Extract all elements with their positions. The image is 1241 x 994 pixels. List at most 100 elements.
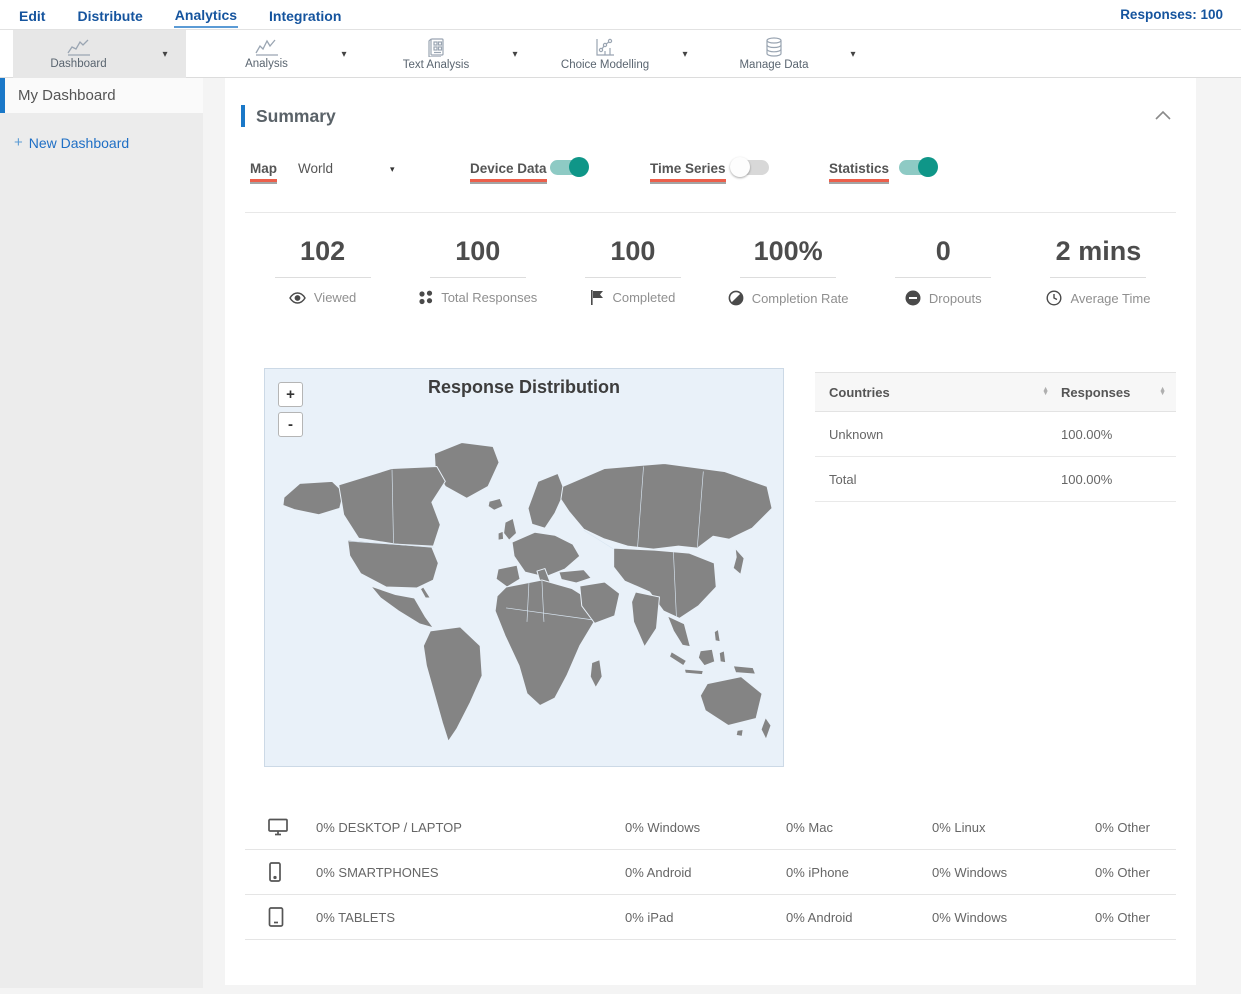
map-zoom-in-button[interactable]: + — [278, 382, 303, 407]
map-label: Map — [250, 161, 277, 182]
nav-distribute[interactable]: Distribute — [76, 3, 143, 27]
stat-average-time: 2 mins Average Time — [1021, 228, 1176, 318]
table-row: 0% SMARTPHONES 0% Android 0% iPhone 0% W… — [245, 850, 1176, 895]
device-cell: 0% iPad — [625, 909, 674, 925]
sort-icon[interactable]: ▲ ▼ — [1159, 386, 1166, 397]
stat-divider — [429, 277, 526, 278]
chevron-up-icon[interactable] — [1154, 110, 1172, 120]
dashboard-dropdown-caret[interactable]: ▾ — [144, 30, 186, 78]
choice-modelling-label: Choice Modelling — [560, 58, 650, 71]
line-chart-icon — [254, 38, 280, 56]
toolbar-text-analysis: Text Analysis ▾ — [378, 30, 536, 78]
countries-table-header: Countries ▲ ▼ Responses ▲ ▼ — [815, 372, 1176, 412]
choice-modelling-button[interactable]: Choice Modelling — [546, 30, 664, 78]
responses-header-label: Responses — [1061, 384, 1131, 400]
stat-label-text: Dropouts — [928, 290, 982, 306]
stat-total-responses: 100 Total Responses — [400, 228, 555, 318]
nav-edit[interactable]: Edit — [18, 3, 46, 27]
country-cell: Total — [829, 471, 857, 487]
database-icon — [763, 37, 785, 57]
responses-cell: 100.00% — [1061, 426, 1113, 442]
text-analysis-dropdown-caret[interactable]: ▾ — [494, 30, 536, 78]
stat-value: 2 mins — [1055, 236, 1142, 266]
device-data-label: Device Data — [470, 161, 547, 182]
minus-circle-icon — [905, 290, 921, 306]
toolbar-dashboard: Dashboard ▾ — [13, 30, 186, 78]
manage-data-button[interactable]: Manage Data — [716, 30, 832, 78]
toggle-knob — [569, 157, 589, 177]
map-select-caret-icon[interactable]: ▾ — [390, 164, 395, 175]
device-category: 0% SMARTPHONES — [316, 864, 439, 880]
line-chart-icon — [66, 38, 92, 56]
summary-controls: Map World ▾ Device Data Time Series Stat… — [225, 157, 1196, 186]
stat-label-text: Average Time — [1070, 290, 1151, 306]
stat-completed: 100 Completed — [555, 228, 710, 318]
manage-data-label: Manage Data — [739, 59, 809, 71]
toolbar-analysis: Analysis ▾ — [210, 30, 365, 78]
choice-modelling-dropdown-caret[interactable]: ▾ — [664, 30, 706, 78]
table-row: Total 100.00% — [815, 457, 1176, 502]
toolbar-choice-modelling: Choice Modelling ▾ — [546, 30, 706, 78]
statistics-label: Statistics — [829, 161, 890, 182]
responses-cell: 100.00% — [1061, 471, 1113, 487]
manage-data-dropdown-caret[interactable]: ▾ — [832, 30, 874, 78]
analysis-dropdown-caret[interactable]: ▾ — [323, 30, 365, 78]
stat-value: 100 — [455, 236, 501, 266]
stat-divider — [895, 277, 992, 278]
stat-divider — [740, 277, 837, 278]
plus-icon: + — [14, 134, 23, 151]
text-analysis-label: Text Analysis — [402, 58, 470, 71]
device-cell: 0% Mac — [786, 819, 833, 835]
section-divider — [245, 212, 1176, 213]
scatter-chart-icon — [594, 38, 616, 57]
responses-count: Responses: 100 — [1120, 7, 1223, 22]
smartphone-icon — [268, 862, 316, 882]
half-circle-icon — [728, 290, 744, 306]
analysis-label: Analysis — [245, 58, 288, 70]
stat-label-text: Completed — [612, 290, 676, 305]
text-analysis-button[interactable]: Text Analysis — [378, 30, 494, 78]
time-series-toggle[interactable] — [730, 157, 769, 177]
tablet-icon — [268, 907, 316, 927]
analysis-button[interactable]: Analysis — [210, 30, 323, 78]
new-dashboard-button[interactable]: + New Dashboard — [14, 134, 203, 151]
statistics-toggle[interactable] — [899, 157, 938, 177]
device-data-table: 0% DESKTOP / LAPTOP 0% Windows 0% Mac 0%… — [245, 805, 1176, 940]
stat-dropouts: 0 Dropouts — [866, 228, 1021, 318]
stat-value: 100 — [610, 236, 656, 266]
sort-icon[interactable]: ▲ ▼ — [1042, 386, 1049, 397]
response-distribution-map: Response Distribution + - — [264, 368, 784, 767]
dashboard-button[interactable]: Dashboard — [13, 30, 144, 78]
stat-completion-rate: 100% Completion Rate — [711, 228, 866, 318]
device-category: 0% DESKTOP / LAPTOP — [316, 819, 462, 835]
sidebar-item-my-dashboard[interactable]: My Dashboard — [0, 78, 203, 113]
nav-analytics[interactable]: Analytics — [173, 2, 239, 28]
device-cell: 0% Windows — [625, 819, 701, 835]
desktop-icon — [268, 818, 316, 836]
device-cell: 0% Other — [1095, 864, 1150, 880]
document-grid-icon — [426, 37, 446, 57]
summary-header: Summary — [241, 105, 336, 127]
stat-divider — [584, 277, 681, 278]
clock-icon — [1046, 290, 1062, 306]
device-cell: 0% Android — [786, 909, 853, 925]
dashboard-sidebar: My Dashboard + New Dashboard — [0, 78, 203, 988]
stat-value: 0 — [935, 236, 951, 266]
device-cell: 0% Other — [1095, 819, 1150, 835]
world-map[interactable] — [265, 417, 783, 757]
nav-integration[interactable]: Integration — [268, 3, 342, 27]
device-data-toggle[interactable] — [550, 157, 589, 177]
countries-table: Countries ▲ ▼ Responses ▲ ▼ Unknown 100.00… — [815, 372, 1176, 502]
map-select-value[interactable]: World — [298, 161, 333, 176]
stat-viewed: 102 Viewed — [245, 228, 400, 318]
new-dashboard-label: New Dashboard — [28, 134, 130, 151]
device-category: 0% TABLETS — [316, 909, 395, 925]
stat-label-text: Total Responses — [441, 290, 538, 305]
time-series-label: Time Series — [650, 161, 726, 182]
summary-card: Summary Map World ▾ Device Data Time Ser… — [225, 78, 1196, 985]
device-cell: 0% Linux — [932, 819, 986, 835]
country-cell: Unknown — [829, 426, 884, 442]
stat-value: 102 — [300, 236, 346, 266]
table-row: 0% TABLETS 0% iPad 0% Android 0% Windows… — [245, 895, 1176, 940]
device-cell: 0% Android — [625, 864, 692, 880]
